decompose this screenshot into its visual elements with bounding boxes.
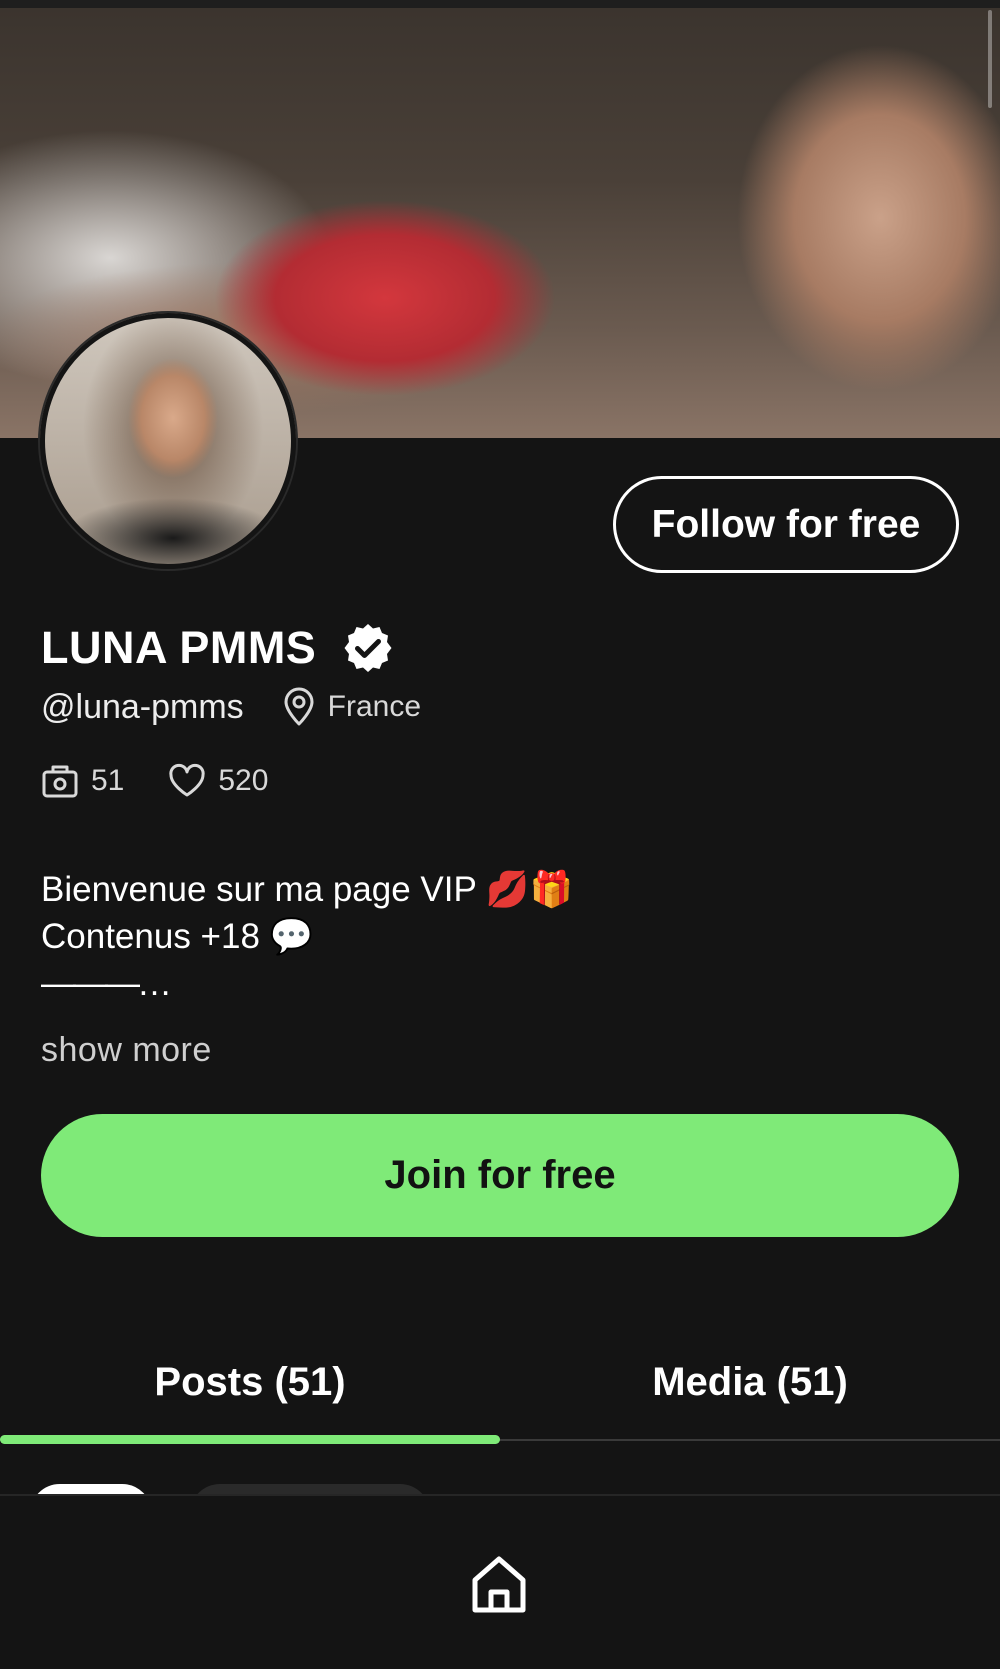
likes-count: 520 bbox=[218, 764, 269, 797]
profile-bio: Bienvenue sur ma page VIP 💋🎁 Contenus +1… bbox=[41, 866, 941, 1007]
bio-line: Contenus +18 💬 bbox=[41, 917, 314, 956]
heart-icon bbox=[169, 763, 205, 797]
posts-count: 51 bbox=[91, 764, 125, 797]
follow-button[interactable]: Follow for free bbox=[613, 476, 959, 573]
home-icon[interactable] bbox=[469, 1554, 529, 1616]
bottom-nav bbox=[0, 1494, 1000, 1669]
tab-media[interactable]: Media (51) bbox=[500, 1352, 1000, 1412]
profile-name: LUNA PMMS bbox=[41, 622, 317, 673]
bio-line: ———… bbox=[41, 964, 172, 1003]
filter-chips bbox=[0, 1476, 1000, 1496]
join-button[interactable]: Join for free bbox=[41, 1114, 959, 1237]
profile-stats: 51 520 bbox=[41, 760, 268, 802]
status-bar bbox=[0, 0, 1000, 8]
tab-posts[interactable]: Posts (51) bbox=[0, 1352, 500, 1412]
profile-handle: @luna-pmms bbox=[41, 687, 244, 726]
scroll-indicator[interactable] bbox=[988, 10, 992, 108]
profile-name-row: LUNA PMMS bbox=[41, 618, 394, 678]
profile-location: France bbox=[327, 690, 422, 723]
show-more-link[interactable]: show more bbox=[41, 1031, 212, 1070]
verified-badge-icon bbox=[344, 624, 392, 672]
active-tab-indicator bbox=[0, 1435, 500, 1444]
map-pin-icon bbox=[284, 687, 314, 726]
avatar[interactable] bbox=[40, 313, 296, 569]
content-tabs: Posts (51) Media (51) bbox=[0, 1352, 1000, 1444]
camera-icon bbox=[42, 765, 78, 798]
bio-line: Bienvenue sur ma page VIP 💋🎁 bbox=[41, 870, 574, 909]
handle-row: @luna-pmms France bbox=[41, 685, 421, 729]
